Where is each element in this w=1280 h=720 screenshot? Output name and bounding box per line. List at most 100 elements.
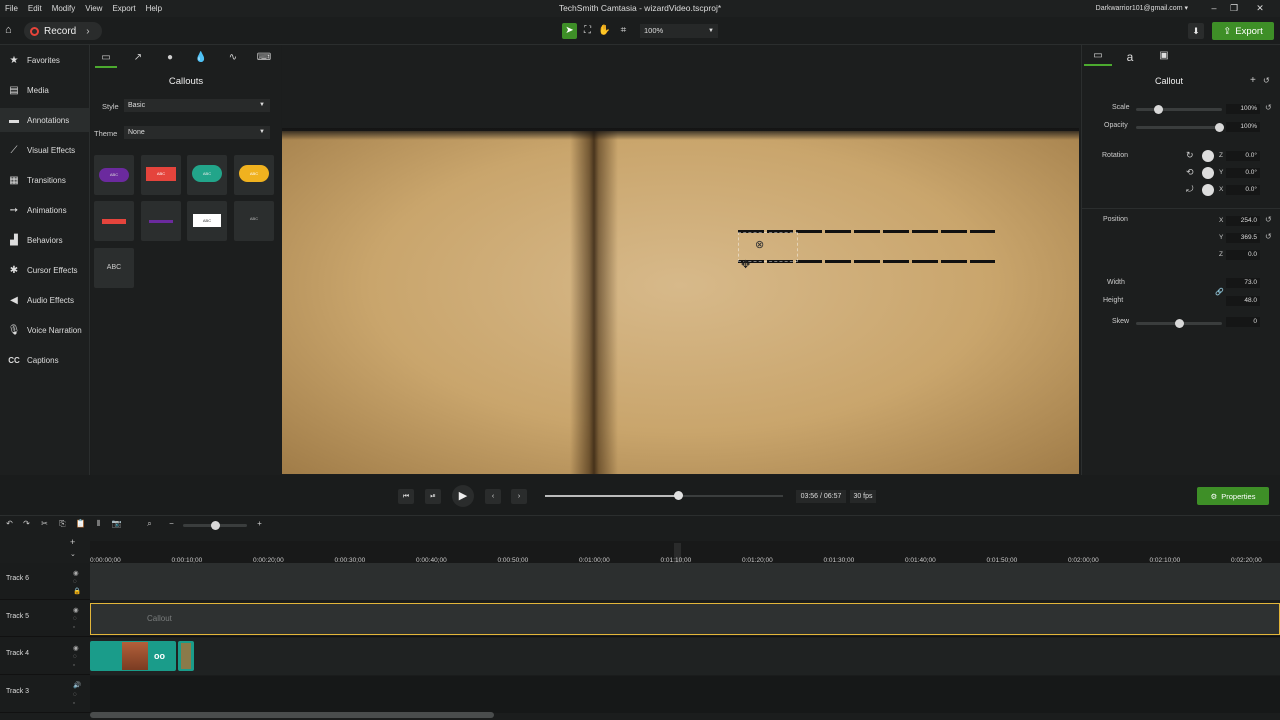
menu-edit[interactable]: Edit	[23, 4, 47, 13]
callout-properties-tab-icon[interactable]: ▣	[1150, 50, 1178, 66]
audio-icon[interactable]: ◌	[73, 578, 77, 585]
skew-slider-knob[interactable]	[1175, 319, 1184, 328]
center-handle-icon[interactable]: ⊗	[755, 238, 764, 251]
eye-icon[interactable]: ◉	[73, 644, 79, 652]
split-icon[interactable]: ⫴	[93, 519, 104, 530]
sidebar-item-audio-effects[interactable]: ◀ Audio Effects	[0, 288, 90, 312]
opacity-slider[interactable]	[1136, 123, 1224, 132]
callout-clip[interactable]: Callout	[90, 603, 1280, 635]
callout-tile-text-small[interactable]: ABC	[234, 201, 274, 241]
sidebar-item-behaviors[interactable]: ▟ Behaviors	[0, 228, 90, 252]
media-clip-2[interactable]	[178, 641, 194, 671]
timeline-ruler[interactable]: 0:00:00;00 0:00:10;00 0:00:20;00 0:00:30;00…	[90, 541, 1280, 564]
play-button-icon[interactable]: ▶	[452, 485, 474, 507]
download-icon[interactable]: ⬇	[1188, 23, 1204, 39]
lock-icon[interactable]: ◦	[73, 700, 75, 707]
zoom-search-icon[interactable]: ⌕	[144, 519, 155, 530]
zoom-out-icon[interactable]: −	[166, 519, 177, 530]
chevron-down-icon[interactable]: ⌄	[70, 550, 76, 558]
callout-tile-yellow-cloud[interactable]: ABC	[234, 155, 274, 195]
sketch-tab-icon[interactable]: ∿	[222, 48, 244, 68]
arrow-tab-icon[interactable]: ↗	[127, 48, 149, 68]
reset-icon[interactable]: ↺	[1263, 76, 1270, 85]
copy-icon[interactable]: ⎘	[57, 519, 68, 530]
menu-help[interactable]: Help	[141, 4, 167, 13]
callout-tile-text[interactable]: ABC	[94, 248, 134, 288]
timeline-horizontal-scrollbar[interactable]	[90, 712, 494, 718]
rotation-x-input[interactable]: 0.0°	[1226, 185, 1260, 195]
opacity-input[interactable]: 100%	[1226, 122, 1260, 132]
callout-tab-icon[interactable]: ▭	[95, 48, 117, 68]
menu-modify[interactable]: Modify	[47, 4, 81, 13]
blur-tab-icon[interactable]: 💧	[190, 48, 212, 68]
frame-back-icon[interactable]: ⏯	[425, 489, 441, 504]
previous-icon[interactable]: ‹	[485, 489, 501, 504]
style-select[interactable]: Basic ▼	[124, 99, 270, 112]
properties-button[interactable]: ⚙ Properties	[1197, 487, 1269, 505]
record-button[interactable]: Record ›	[24, 22, 102, 40]
callout-tile-white-box[interactable]: ABC	[187, 201, 227, 241]
rotation-z-input[interactable]: 0.0°	[1226, 151, 1260, 161]
reset-icon[interactable]: ↺	[1265, 103, 1272, 112]
sidebar-item-cursor-effects[interactable]: ✱ Cursor Effects	[0, 258, 90, 282]
eye-icon[interactable]: ◉	[73, 569, 79, 577]
canvas-old-book-image[interactable]	[282, 131, 1079, 474]
menu-file[interactable]: File	[0, 4, 23, 13]
width-input[interactable]: 73.0	[1226, 278, 1260, 288]
track-lane[interactable]	[90, 676, 1280, 713]
sidebar-item-transitions[interactable]: ▦ Transitions	[0, 168, 90, 192]
restore-icon[interactable]: ❐	[1226, 2, 1242, 15]
timeline-zoom-knob[interactable]	[211, 521, 220, 530]
redo-icon[interactable]: ↷	[21, 519, 32, 530]
position-x-input[interactable]: 254.0	[1226, 216, 1260, 226]
timeline-zoom-slider[interactable]	[183, 521, 247, 530]
scale-input[interactable]: 100%	[1226, 104, 1260, 114]
media-clip[interactable]: oo	[90, 641, 176, 671]
menu-export[interactable]: Export	[107, 4, 140, 13]
callout-tile-red-arrow[interactable]	[94, 201, 134, 241]
position-z-input[interactable]: 0.0	[1226, 250, 1260, 260]
sidebar-item-media[interactable]: ▤ Media	[0, 78, 90, 102]
visual-properties-tab-icon[interactable]: ▭	[1084, 50, 1112, 66]
snapshot-icon[interactable]: 📷	[111, 519, 122, 530]
track-lane[interactable]	[90, 638, 1280, 675]
audio-icon[interactable]: ◌	[73, 615, 77, 622]
next-icon[interactable]: ›	[511, 489, 527, 504]
eye-icon[interactable]: ◉	[73, 606, 79, 614]
close-icon[interactable]: ✕	[1252, 2, 1268, 15]
rotation-y-dial[interactable]	[1202, 167, 1214, 179]
export-button[interactable]: ⇪ Export	[1212, 22, 1274, 40]
lock-icon[interactable]: ◦	[73, 662, 75, 669]
sidebar-item-annotations[interactable]: ▬ Annotations	[0, 108, 90, 132]
add-preset-icon[interactable]: +	[1250, 75, 1256, 86]
lock-icon[interactable]: ◦	[73, 624, 75, 631]
callout-tile-purple-bubble[interactable]: ABC	[94, 155, 134, 195]
callout-tile-red-speech[interactable]: ABC	[141, 155, 181, 195]
position-y-input[interactable]: 369.5	[1226, 233, 1260, 243]
rotation-y-input[interactable]: 0.0°	[1226, 168, 1260, 178]
zoom-in-icon[interactable]: +	[254, 519, 265, 530]
lock-aspect-icon[interactable]: 🔗	[1215, 288, 1224, 296]
add-track-icon[interactable]: +	[70, 537, 75, 547]
track-lane[interactable]	[90, 563, 1280, 600]
audio-icon[interactable]: 🔊	[73, 681, 81, 689]
keystroke-tab-icon[interactable]: ⌨	[253, 48, 275, 68]
paste-icon[interactable]: 📋	[75, 519, 86, 530]
theme-select[interactable]: None ▼	[124, 126, 270, 139]
text-properties-tab-icon[interactable]: a	[1116, 50, 1144, 66]
minimize-icon[interactable]: –	[1206, 2, 1222, 15]
reset-icon[interactable]: ↺	[1265, 232, 1272, 241]
opacity-slider-knob[interactable]	[1215, 123, 1224, 132]
zoom-select[interactable]: 100% ▼	[640, 24, 718, 38]
rotation-x-dial[interactable]	[1202, 184, 1214, 196]
scale-slider[interactable]	[1136, 105, 1222, 114]
callout-tile-purple-arrow[interactable]	[141, 201, 181, 241]
select-tool-icon[interactable]: ➤	[562, 23, 577, 39]
sidebar-item-voice-narration[interactable]: 🎙 Voice Narration	[0, 318, 90, 342]
playhead-marker[interactable]	[674, 543, 681, 563]
sidebar-item-visual-effects[interactable]: ⟋ Visual Effects	[0, 138, 90, 162]
account-menu[interactable]: Darkwarrior101@gmail.com ▾	[1096, 4, 1188, 12]
sidebar-item-favorites[interactable]: ★ Favorites	[0, 48, 90, 72]
skew-slider[interactable]	[1136, 319, 1222, 328]
sidebar-item-captions[interactable]: CC Captions	[0, 348, 90, 372]
